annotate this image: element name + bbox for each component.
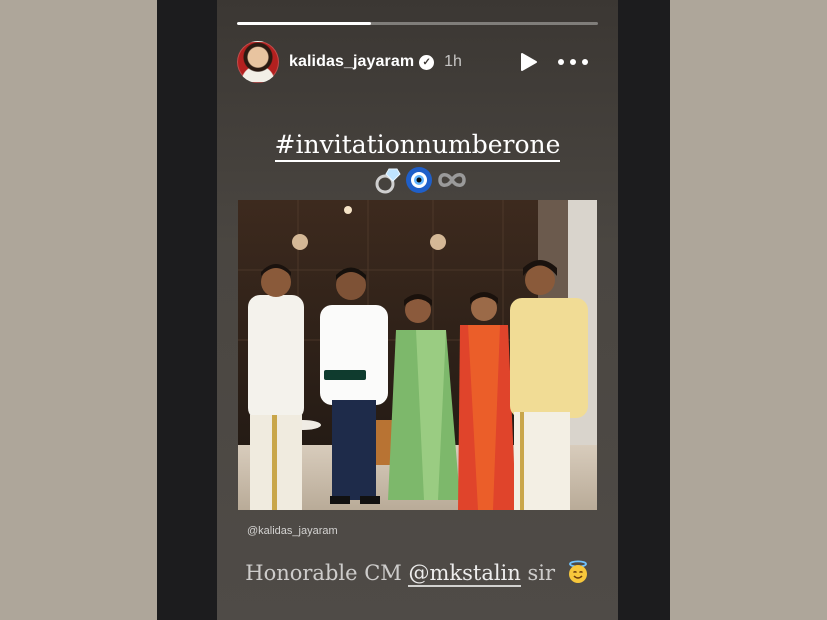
avatar[interactable] bbox=[237, 41, 279, 83]
hashtag-text[interactable]: #invitationnumberone bbox=[217, 130, 618, 162]
story-progress-bar bbox=[237, 22, 598, 25]
play-icon[interactable] bbox=[518, 52, 538, 72]
infinity-emoji bbox=[438, 173, 466, 187]
story-header: kalidas_jayaram ✓ 1h bbox=[237, 40, 598, 84]
caption-prefix: Honorable CM bbox=[245, 561, 402, 585]
group-photo-image bbox=[238, 200, 597, 510]
story-caption: Honorable CM @mkstalin sir bbox=[217, 560, 618, 587]
caption-mention-link[interactable]: @mkstalin bbox=[408, 561, 521, 587]
verified-badge-icon: ✓ bbox=[419, 54, 435, 70]
caption-suffix: sir bbox=[527, 561, 556, 585]
ring-emoji bbox=[375, 168, 401, 194]
post-time: 1h bbox=[444, 53, 462, 70]
hashtag-label[interactable]: #invitationnumberone bbox=[274, 130, 561, 162]
story-progress-fill bbox=[237, 22, 371, 25]
nazar-amulet-emoji bbox=[406, 167, 432, 193]
story-photo bbox=[238, 200, 597, 510]
photo-credit: @kalidas_jayaram bbox=[247, 525, 338, 537]
story-card[interactable]: kalidas_jayaram ✓ 1h #invitationnumberon… bbox=[217, 0, 618, 620]
smiling-face-with-halo-emoji bbox=[568, 560, 587, 583]
more-options-icon[interactable] bbox=[558, 52, 588, 72]
username[interactable]: kalidas_jayaram bbox=[289, 53, 414, 71]
emoji-row bbox=[372, 164, 472, 196]
